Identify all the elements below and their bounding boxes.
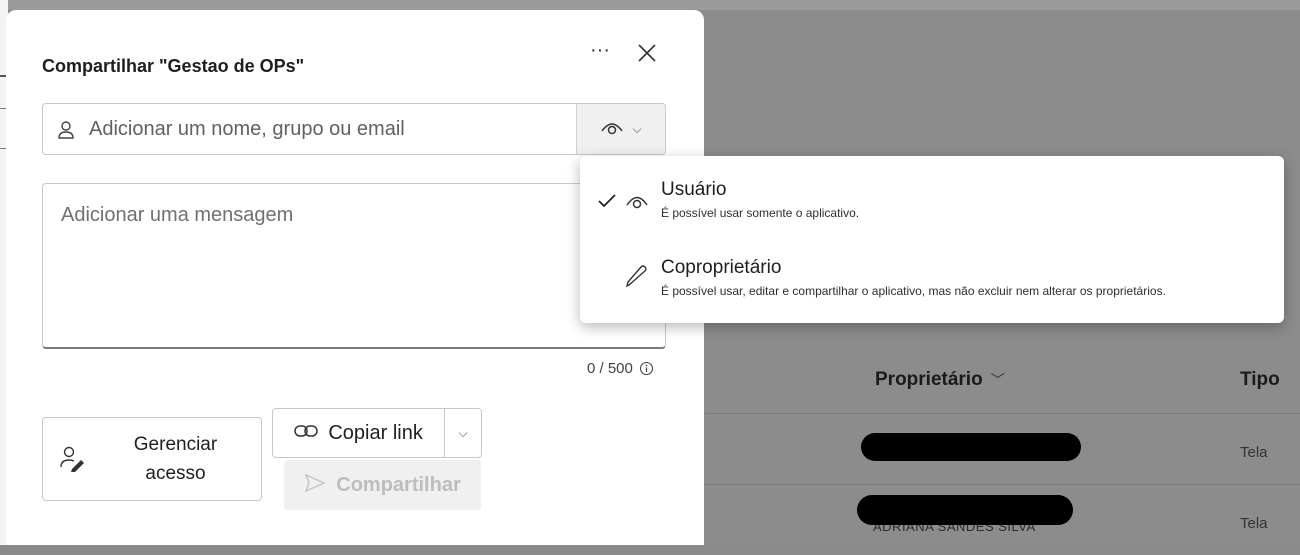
menu-item-description: É possível usar somente o aplicativo. [661,206,860,220]
message-textarea[interactable]: Adicionar uma mensagem [42,183,666,349]
redacted-owner [857,495,1073,525]
character-counter: 0 / 500 [587,360,654,377]
send-icon [304,473,327,498]
share-button[interactable]: Compartilhar [284,460,481,510]
menu-item-title: Usuário [661,179,727,200]
ellipsis-icon[interactable]: ··· [586,40,614,68]
chevron-down-icon[interactable]: ⌵ [444,409,481,457]
menu-item-coowner[interactable]: Coproprietário É possível usar, editar e… [580,248,1284,326]
message-placeholder: Adicionar uma mensagem [61,204,294,226]
background-top [0,0,1300,10]
manage-access-icon [60,446,84,472]
eye-icon [626,196,648,209]
info-icon[interactable] [639,361,654,376]
manage-access-button[interactable]: Gerenciar acesso [42,417,262,501]
close-icon[interactable] [632,38,662,68]
menu-item-title: Coproprietário [661,257,782,278]
people-search-input[interactable]: Adicionar um nome, grupo ou email ⌵ [42,103,666,155]
type-cell: Tela [1240,444,1268,461]
share-label: Compartilhar [336,473,461,496]
dialog-title: Compartilhar "Gestao de OPs" [42,56,305,76]
column-header-owner[interactable]: Proprietário ﹀ [875,369,1005,391]
eye-icon [600,117,624,142]
checkmark-icon [598,194,616,208]
link-icon [294,423,319,444]
manage-access-label: Gerenciar acesso [133,434,218,484]
chevron-down-icon: ⌵ [632,121,642,136]
menu-item-description: É possível usar, editar e compartilhar o… [661,284,1166,298]
person-icon [58,121,74,139]
pencil-icon [625,265,647,288]
menu-item-user[interactable]: Usuário É possível usar somente o aplica… [580,170,1284,248]
copy-link-label: Copiar link [328,421,423,444]
chevron-down-icon: ﹀ [990,372,1005,388]
redacted-owner [861,433,1081,461]
people-input-placeholder: Adicionar um nome, grupo ou email [89,118,405,140]
permission-menu: Usuário É possível usar somente o aplica… [580,156,1284,323]
type-cell: Tela [1240,515,1268,532]
permission-dropdown-button[interactable]: ⌵ [576,104,665,154]
table-header: Proprietário ﹀ Tipo [705,345,1300,413]
table-row[interactable]: Tela [705,414,1300,484]
column-header-type[interactable]: Tipo [1240,369,1280,391]
copy-link-split-button: Copiar link ⌵ [272,408,482,458]
copy-link-button[interactable]: Copiar link [273,409,444,457]
